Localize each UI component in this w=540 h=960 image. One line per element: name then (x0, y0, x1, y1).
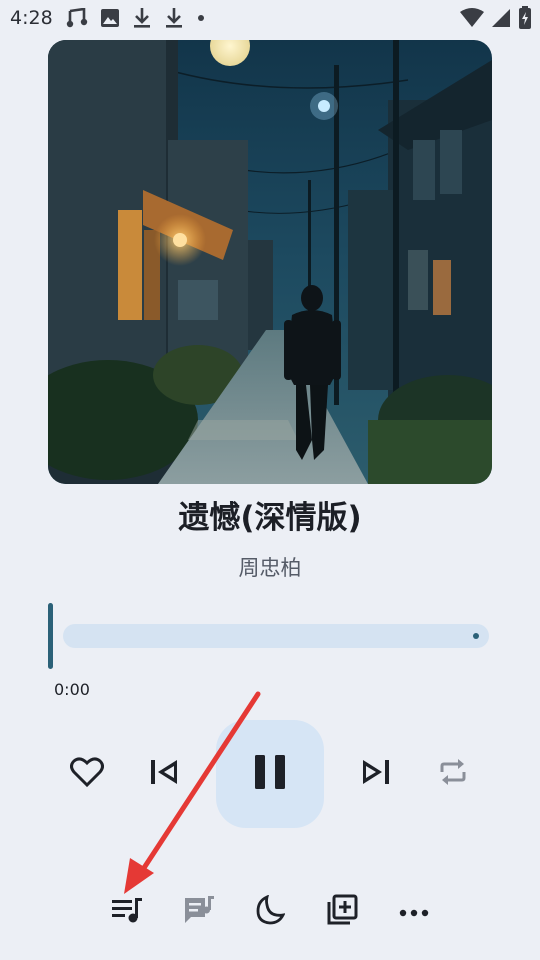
next-button[interactable] (351, 750, 399, 798)
status-bar: 4:28 (0, 0, 540, 36)
play-pause-button[interactable] (216, 720, 324, 828)
skip-next-icon (360, 759, 390, 789)
favorite-button[interactable] (63, 750, 111, 798)
system-icons (460, 6, 532, 34)
signal-icon (490, 7, 512, 33)
battery-charging-icon (518, 6, 532, 34)
progress-slider[interactable] (63, 624, 489, 648)
add-to-playlist-button[interactable] (318, 888, 366, 936)
dot-icon (196, 13, 206, 23)
skip-previous-icon (150, 759, 180, 789)
queue-music-icon (111, 896, 143, 928)
download-icon (132, 7, 152, 29)
music-note-icon (66, 8, 88, 28)
song-title: 遗憾(深情版) (178, 500, 362, 536)
sleep-timer-button[interactable] (246, 888, 294, 936)
more-icon (399, 903, 429, 922)
pause-icon (255, 755, 285, 793)
progress-end-dot (473, 633, 479, 639)
add-to-playlist-icon (326, 894, 358, 930)
image-icon (100, 8, 120, 28)
previous-button[interactable] (141, 750, 189, 798)
lyrics-button[interactable] (175, 888, 223, 936)
sleep-timer-icon (255, 894, 286, 929)
current-time: 0:00 (54, 680, 90, 699)
repeat-icon (438, 758, 468, 790)
lyrics-icon (183, 895, 215, 929)
progress-thumb[interactable] (48, 603, 53, 669)
download-icon (164, 7, 184, 29)
notification-icons (66, 7, 206, 29)
heart-outline-icon (70, 756, 104, 792)
more-button[interactable] (390, 888, 438, 936)
repeat-button[interactable] (429, 750, 477, 798)
wifi-icon (460, 7, 484, 33)
status-time: 4:28 (10, 7, 53, 29)
queue-button[interactable] (103, 888, 151, 936)
album-art (48, 40, 492, 484)
song-artist[interactable]: 周忠柏 (0, 552, 540, 582)
